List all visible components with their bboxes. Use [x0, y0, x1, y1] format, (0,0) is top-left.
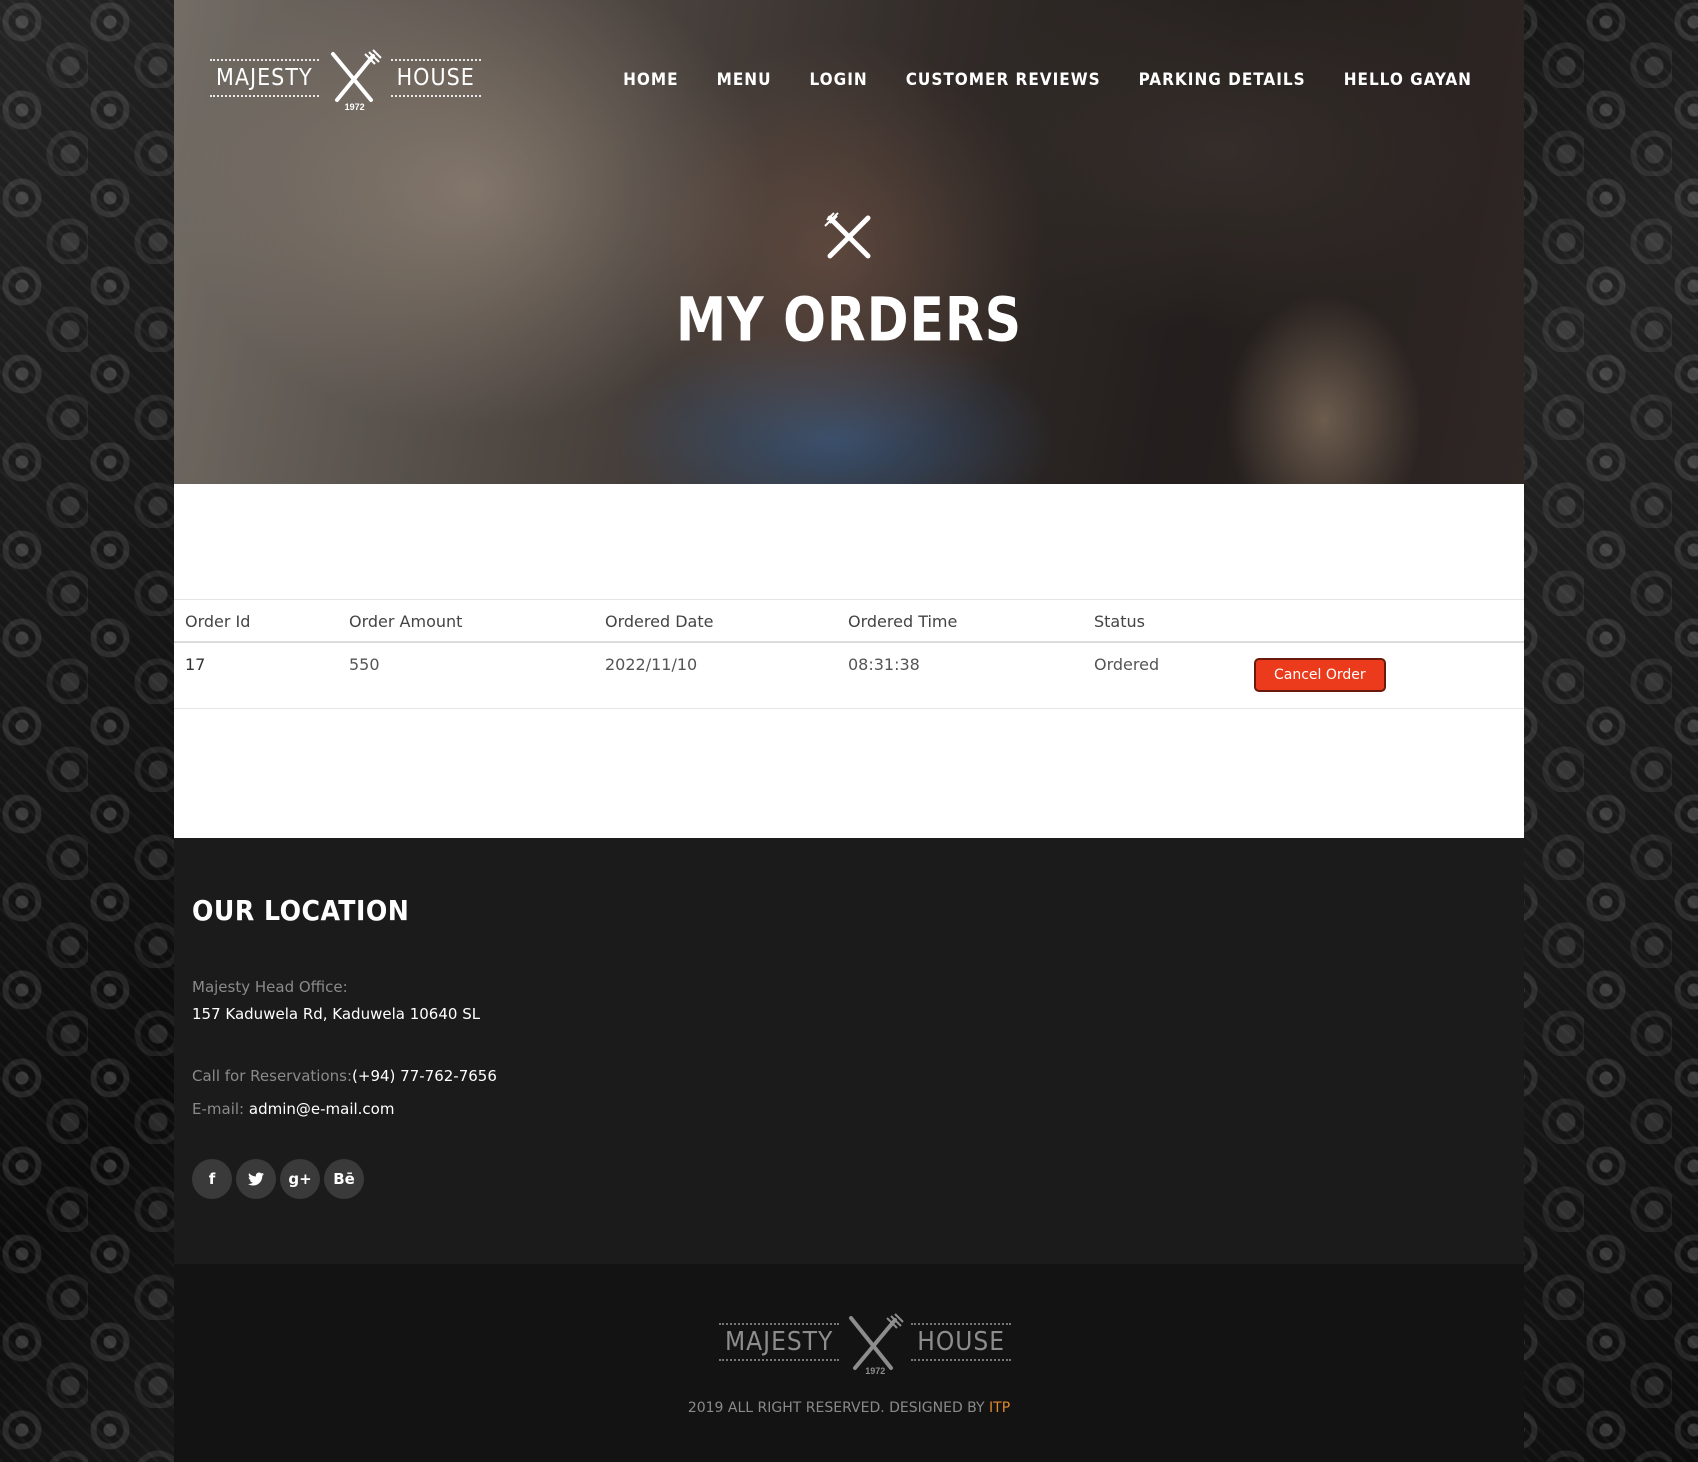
nav-parking-details[interactable]: PARKING DETAILS: [1139, 70, 1306, 90]
cell-order-amount: 550: [338, 642, 594, 709]
main-nav: HOME MENU LOGIN CUSTOMER REVIEWS PARKING…: [623, 70, 1472, 90]
table-row: 17 550 2022/11/10 08:31:38 Ordered Cance…: [174, 642, 1524, 709]
header-action: [1243, 599, 1524, 643]
nav-login[interactable]: LOGIN: [810, 70, 868, 90]
footer-logo-word-left: MAJESTY: [719, 1323, 840, 1361]
orders-table-section: Order Id Order Amount Ordered Date Order…: [174, 599, 1524, 709]
cell-action: Cancel Order: [1243, 642, 1524, 709]
footer-fork-knife-icon: 1972: [841, 1312, 909, 1376]
footer-logo[interactable]: MAJESTY 1972 HOUSE: [719, 1312, 1012, 1376]
behance-icon[interactable]: Bē: [324, 1159, 364, 1199]
email-line: E-mail: admin@e-mail.com: [192, 1100, 394, 1118]
copyright-text: 2019 ALL RIGHT RESERVED. DESIGNED BY ITP: [174, 1400, 1524, 1416]
cell-status: Ordered: [1083, 642, 1243, 709]
office-label: Majesty Head Office:: [192, 978, 348, 996]
logo-word-left: MAJESTY: [210, 59, 319, 97]
reservation-phone[interactable]: (+94) 77-762-7656: [352, 1067, 497, 1085]
page: MAJESTY 1972 HOUSE HOME MENU LOGIN CUSTO…: [174, 0, 1524, 1462]
email-label: E-mail:: [192, 1100, 245, 1118]
fork-knife-icon: 1972: [321, 48, 389, 112]
office-address: 157 Kaduwela Rd, Kaduwela 10640 SL: [192, 1005, 481, 1023]
logo-word-right: HOUSE: [390, 59, 481, 97]
reservation-label: Call for Reservations:: [192, 1067, 353, 1085]
footer-logo-word-right: HOUSE: [911, 1323, 1012, 1361]
nav-menu[interactable]: MENU: [717, 70, 772, 90]
header-ordered-date: Ordered Date: [594, 599, 837, 643]
table-header-row: Order Id Order Amount Ordered Date Order…: [174, 599, 1524, 643]
email-link[interactable]: admin@e-mail.com: [249, 1100, 395, 1118]
designer-link[interactable]: ITP: [989, 1400, 1010, 1416]
location-title: OUR LOCATION: [192, 894, 410, 927]
header-status: Status: [1083, 599, 1243, 643]
header-order-id: Order Id: [174, 599, 338, 643]
hero-banner: MAJESTY 1972 HOUSE HOME MENU LOGIN CUSTO…: [174, 0, 1524, 484]
site-logo[interactable]: MAJESTY 1972 HOUSE: [210, 48, 481, 112]
cell-ordered-date: 2022/11/10: [594, 642, 837, 709]
cell-ordered-time: 08:31:38: [837, 642, 1083, 709]
nav-customer-reviews[interactable]: CUSTOMER REVIEWS: [906, 70, 1101, 90]
page-title: MY ORDERS: [675, 285, 1023, 356]
footer-logo-year: 1972: [865, 1366, 886, 1376]
social-links: f g+ Bē: [192, 1159, 364, 1199]
copyright-prefix: 2019 ALL RIGHT RESERVED. DESIGNED BY: [687, 1400, 990, 1416]
location-section: OUR LOCATION Majesty Head Office: 157 Ka…: [174, 838, 1524, 1264]
facebook-icon[interactable]: f: [192, 1159, 232, 1199]
nav-home[interactable]: HOME: [623, 70, 678, 90]
crossed-fork-knife-icon: [824, 212, 874, 267]
twitter-icon[interactable]: [236, 1159, 276, 1199]
orders-table: Order Id Order Amount Ordered Date Order…: [174, 599, 1524, 709]
logo-year: 1972: [344, 102, 365, 112]
cancel-order-button[interactable]: Cancel Order: [1254, 658, 1386, 692]
header-ordered-time: Ordered Time: [837, 599, 1083, 643]
reservation-line: Call for Reservations:(+94) 77-762-7656: [192, 1067, 497, 1085]
cell-order-id: 17: [174, 642, 338, 709]
nav-user-greeting[interactable]: HELLO GAYAN: [1344, 70, 1472, 90]
header-order-amount: Order Amount: [338, 599, 594, 643]
google-plus-icon[interactable]: g+: [280, 1159, 320, 1199]
bottom-footer: MAJESTY 1972 HOUSE 2019 ALL RIGHT RESERV…: [174, 1264, 1524, 1462]
